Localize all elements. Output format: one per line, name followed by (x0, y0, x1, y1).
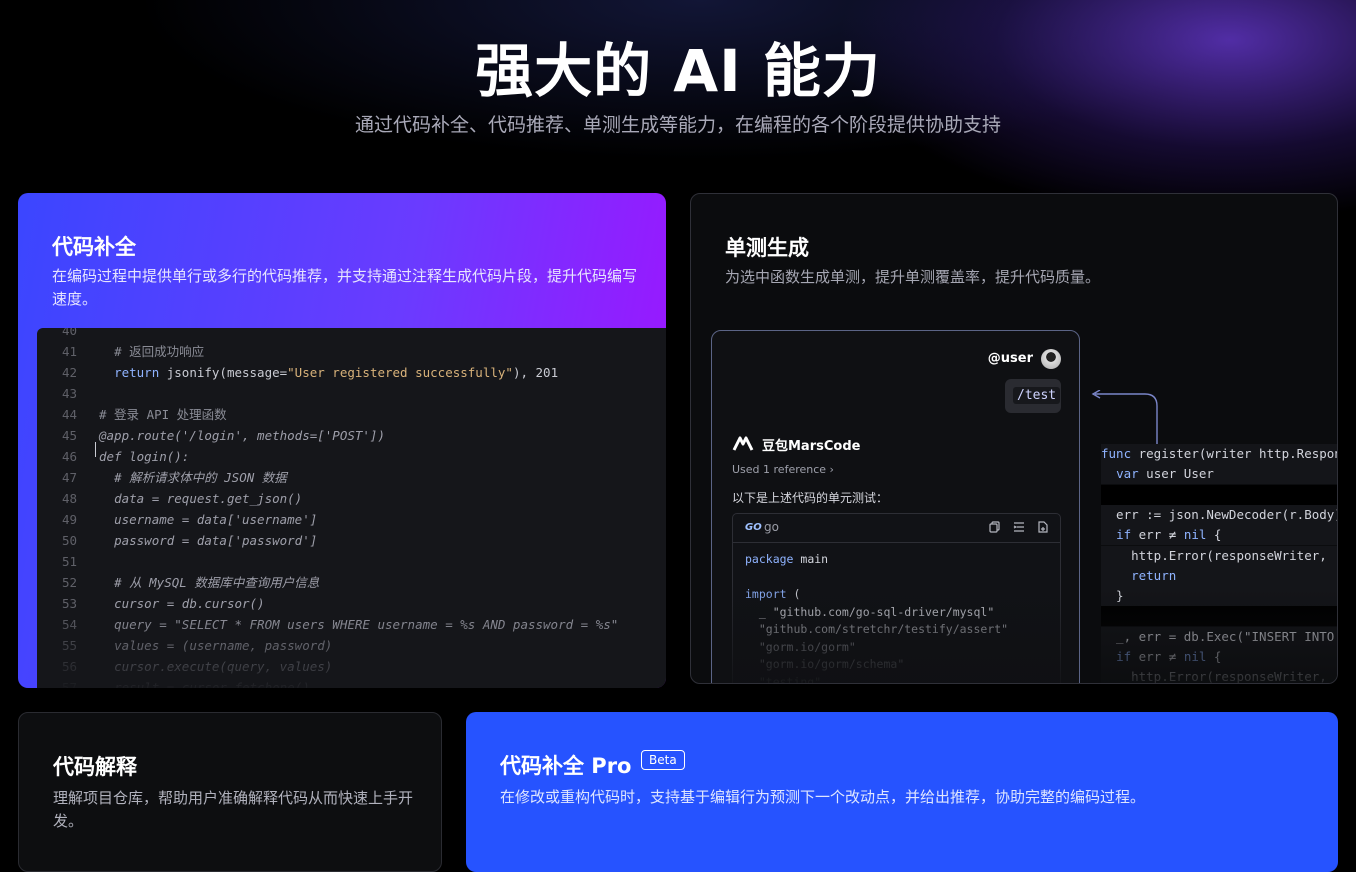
code-text: @app.route('/login', methods=['POST']) (99, 428, 385, 443)
code-line: func register(writer http.Respon (1101, 444, 1337, 464)
arrow-icon (1091, 390, 1158, 446)
copy-icon[interactable] (989, 521, 1001, 533)
code-text: username = data['username'] (114, 512, 318, 527)
line-number: 45 (61, 428, 77, 443)
marscode-logo-icon (732, 436, 754, 451)
line-number: 52 (61, 575, 77, 590)
bot-name: 豆包MarsCode (762, 439, 861, 454)
code-line: http.Error(responseWriter, (1101, 545, 1337, 566)
chat-panel: @user /test 豆包MarsCode Used 1 reference … (711, 330, 1080, 683)
code-text: # 从 MySQL 数据库中查询用户信息 (114, 575, 320, 590)
bot-reply-text: 以下是上述代码的单元测试： (732, 491, 889, 505)
line-number: 50 (61, 533, 77, 548)
code-language-label: go (764, 520, 779, 534)
code-text: # 登录 API 处理函数 (99, 407, 227, 422)
code-line (1101, 484, 1337, 505)
feature-card-code-completion-pro[interactable]: 代码补全 Pro Beta 在修改或重构代码时，支持基于编辑行为预测下一个改动点… (466, 712, 1338, 872)
insert-code-icon[interactable] (1013, 521, 1025, 533)
code-line: var user User (1101, 464, 1337, 485)
go-language-icon: GO (745, 522, 762, 533)
card-description: 在修改或重构代码时，支持基于编辑行为预测下一个改动点，并给出推荐，协助完整的编码… (500, 788, 1146, 806)
chat-fade (712, 581, 1079, 683)
feature-card-unit-test[interactable]: 单测生成 为选中函数生成单测，提升单测覆盖率，提升代码质量。 @user /te… (690, 193, 1338, 684)
line-number: 42 (61, 365, 77, 380)
line-number: 41 (61, 344, 77, 359)
new-file-icon[interactable] (1037, 521, 1049, 533)
slash-command: /test (1013, 387, 1061, 404)
card-description: 为选中函数生成单测，提升单测覆盖率，提升代码质量。 (725, 268, 1101, 286)
user-message-bubble: /test (1005, 379, 1061, 413)
code-line: return (1101, 565, 1337, 586)
text-cursor (95, 442, 96, 457)
card-description: 理解项目仓库，帮助用户准确解释代码从而快速上手开发。 (53, 789, 414, 830)
card-title: 代码补全 (52, 235, 136, 259)
beta-badge: Beta (641, 750, 685, 770)
editor-fade (37, 608, 666, 688)
card-title: 代码补全 Pro (500, 754, 632, 778)
feature-card-code-explain[interactable]: 代码解释 理解项目仓库，帮助用户准确解释代码从而快速上手开发。 (18, 712, 442, 872)
page-subtitle: 通过代码补全、代码推荐、单测生成等能力，在编程的各个阶段提供协助支持 (354, 114, 1001, 136)
card-title: 单测生成 (725, 236, 809, 260)
chat-username: @user (987, 351, 1033, 366)
page-title: 强大的 AI 能力 (475, 37, 881, 105)
side-code-fade (1101, 589, 1337, 683)
source-code-snippet: func register(writer http.Respon var use… (1101, 444, 1337, 683)
code-text: def login(): (99, 449, 190, 464)
line-number: 43 (61, 386, 77, 401)
code-line: package main (745, 552, 829, 566)
code-text: # 解析请求体中的 JSON 数据 (114, 470, 287, 485)
code-block-header: GO go (733, 514, 1060, 543)
avatar (1041, 349, 1061, 369)
line-number: 48 (61, 491, 77, 506)
code-editor-preview: 40 41 # 返回成功响应 42 return jsonify(message="… (37, 328, 666, 688)
code-text: return jsonify(message="User registered … (114, 365, 559, 380)
code-text: data = request.get_json() (114, 491, 303, 506)
line-number: 46 (61, 449, 77, 464)
feature-card-code-completion[interactable]: 代码补全 在编码过程中提供单行或多行的代码推荐，并支持通过注释生成代码片段，提升… (18, 193, 666, 688)
line-number: 44 (61, 407, 77, 422)
line-number: 51 (61, 554, 77, 569)
code-text: # 返回成功响应 (114, 344, 205, 359)
line-number: 49 (61, 512, 77, 527)
line-number: 40 (61, 328, 77, 338)
card-description: 在编码过程中提供单行或多行的代码推荐，并支持通过注释生成代码片段，提升代码编写速… (52, 267, 638, 308)
code-line: if err ≠ nil { (1101, 525, 1337, 546)
code-line: err := json.NewDecoder(r.Body) (1101, 504, 1337, 525)
reference-link[interactable]: Used 1 reference › (732, 463, 834, 476)
line-number: 47 (61, 470, 77, 485)
card-title: 代码解释 (53, 755, 137, 779)
code-text: password = data['password'] (114, 533, 318, 548)
